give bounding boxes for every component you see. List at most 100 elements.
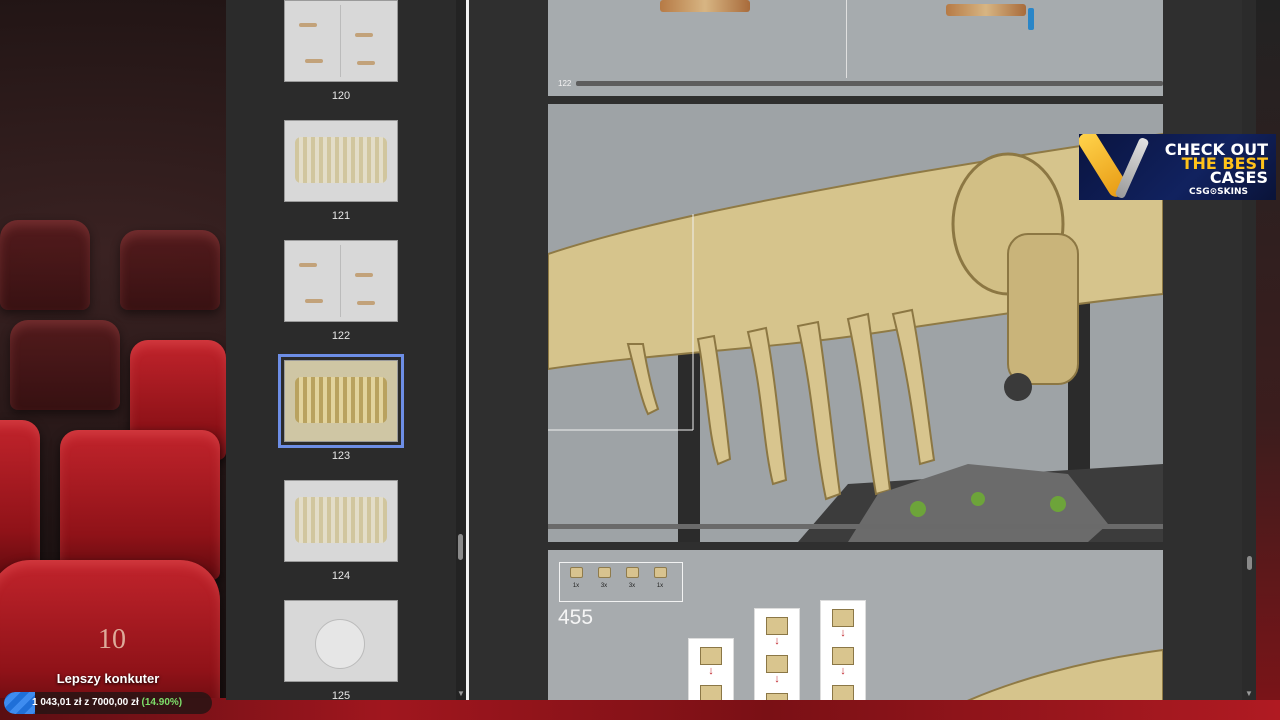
scroll-down-arrow-icon[interactable]: ▼ [1242, 689, 1256, 698]
thumbnail-item[interactable]: 121 [284, 120, 398, 222]
document-viewer[interactable]: 122 1x 3x 3x 1x 455 ↓ ↓ ↓ ↓ ↓ [469, 0, 1242, 700]
cinema-seat [0, 220, 90, 310]
brick-piece-icon [569, 567, 583, 578]
brick-assembly [660, 0, 750, 12]
blue-pin [1028, 8, 1034, 30]
thumbnail-image [284, 480, 398, 562]
ad-brand: CSG⊙SKINS [1188, 187, 1248, 197]
page-divider-line [846, 0, 847, 78]
thumbnail-label: 123 [331, 450, 351, 462]
arrow-down-icon: ↓ [708, 665, 714, 677]
part-item: 1x [648, 567, 672, 589]
part-item: 3x [592, 567, 616, 589]
ad-headline-3: CASES [1209, 168, 1268, 187]
sidebar-scrollbar[interactable]: ▼ [456, 0, 466, 700]
part-quantity: 3x [628, 583, 636, 589]
page-progress-bar [548, 524, 1163, 529]
foliage [971, 492, 985, 506]
brick-piece-icon [766, 617, 788, 635]
brick-piece-icon [832, 647, 854, 665]
substep-card: ↓ [688, 638, 734, 700]
goal-title: Lepszy konkuter [56, 671, 160, 686]
thumbnail-item[interactable]: 124 [284, 480, 398, 582]
thumbnail-image [284, 0, 398, 82]
thumbnail-part [305, 59, 323, 63]
goal-progress-bar: 1 043,01 zł z 7000,00 zł (14.90%) [4, 692, 212, 714]
cinema-seat [60, 430, 220, 580]
thumbnail-part [357, 301, 375, 305]
goal-amount: 1 043,01 zł z 7000,00 zł (14.90%) [32, 697, 182, 708]
foliage [1050, 496, 1066, 512]
thumbnail-sidebar[interactable] [226, 0, 456, 700]
sidebar-scroll-thumb[interactable] [458, 534, 463, 560]
thumbnail-label: 121 [331, 210, 351, 222]
seat-number: 10 [98, 624, 126, 655]
brick-piece-icon [700, 647, 722, 665]
cinema-seat [10, 320, 120, 410]
thumbnail-part [355, 273, 373, 277]
thumbnail-ghost-figure [315, 619, 365, 669]
cinema-seat [120, 230, 220, 310]
thumbnail-part [357, 61, 375, 65]
page-123 [548, 104, 1163, 542]
thumbnail-part [299, 23, 317, 27]
thumbnail-part [305, 299, 323, 303]
substep-card: ↓ ↓ [754, 608, 800, 700]
knife-icon [1114, 136, 1150, 200]
foliage [910, 501, 926, 517]
step-number: 455 [558, 606, 594, 629]
viewer-scroll-thumb[interactable] [1247, 556, 1252, 570]
page-122: 122 [548, 0, 1163, 96]
thumbnail-skeleton [295, 377, 387, 423]
page-progress-bar [576, 81, 1163, 86]
dinosaur-skeleton-render [548, 132, 1163, 542]
thumbnail-image [278, 354, 404, 448]
goal-progress-fill [4, 692, 35, 714]
goal-percent: (14.90%) [141, 697, 183, 708]
thumbnail-label: 120 [331, 90, 351, 102]
brick-piece-icon [832, 685, 854, 700]
page-number: 122 [558, 79, 572, 88]
arrow-down-icon: ↓ [774, 673, 780, 685]
part-item: 1x [564, 567, 588, 589]
thumbnail-label: 125 [331, 690, 351, 702]
part-quantity: 1x [572, 583, 580, 589]
thumbnail-item[interactable]: 120 [284, 0, 398, 102]
brick-piece-icon [653, 567, 667, 578]
thumbnail-item[interactable]: 125 [284, 600, 398, 702]
viewer-scrollbar[interactable]: ▼ [1242, 0, 1256, 700]
skeleton-preview [967, 648, 1163, 700]
part-quantity: 3x [600, 583, 608, 589]
leg-bone [1007, 233, 1079, 385]
arrow-down-icon: ↓ [840, 627, 846, 639]
thumbnail-skeleton [295, 497, 387, 543]
brick-piece-icon [832, 609, 854, 627]
sponsor-banner[interactable]: CHECK OUT THE BEST CASES CSG⊙SKINS [1079, 134, 1276, 200]
brick-piece-icon [700, 685, 722, 700]
goal-amount-text: 1 043,01 zł z 7000,00 zł [32, 697, 139, 708]
thumbnail-image [284, 120, 398, 202]
arrow-down-icon: ↓ [774, 635, 780, 647]
brick-piece-icon [766, 693, 788, 700]
background-edge [1256, 0, 1280, 700]
cinema-seat [0, 420, 40, 580]
stand-post [678, 334, 700, 542]
brick-piece-icon [597, 567, 611, 578]
parts-callout: 1x 3x 3x 1x [559, 562, 683, 602]
thumbnail-item-active[interactable]: 123 [278, 354, 404, 462]
substep-card: ↓ ↓ [820, 600, 866, 700]
thumbnail-item[interactable]: 122 [284, 240, 398, 342]
thumbnail-skeleton [295, 137, 387, 183]
thumbnail-image [284, 600, 398, 682]
thumbnail-part [355, 33, 373, 37]
part-quantity: 1x [656, 583, 664, 589]
thumbnail-label: 122 [331, 330, 351, 342]
arrow-down-icon: ↓ [840, 665, 846, 677]
scroll-down-arrow-icon[interactable]: ▼ [456, 689, 466, 698]
thumbnail-image [284, 240, 398, 322]
brick-assembly [946, 4, 1026, 16]
brick-piece-icon [625, 567, 639, 578]
thumbnail-part [299, 263, 317, 267]
page-124: 1x 3x 3x 1x 455 ↓ ↓ ↓ ↓ ↓ [548, 550, 1163, 700]
part-item: 3x [620, 567, 644, 589]
